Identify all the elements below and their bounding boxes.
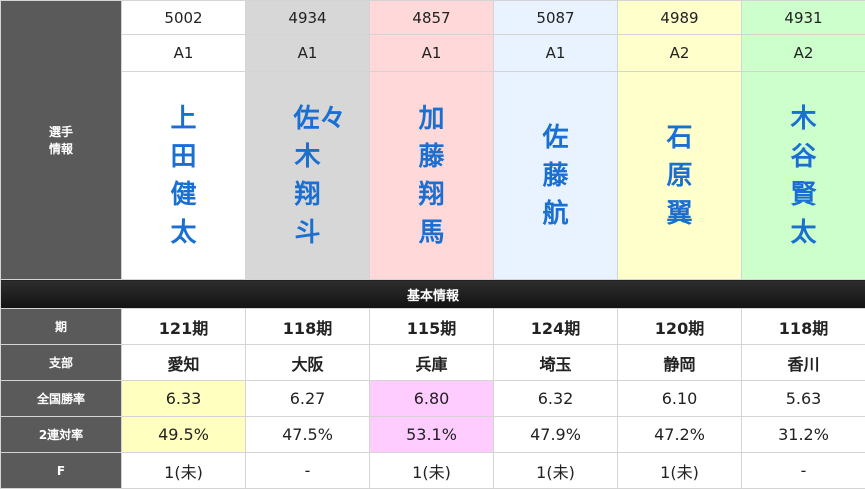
racer-quinella: 47.9%	[494, 417, 618, 453]
racer-class-row: A1 A1 A1 A1 A2 A2	[1, 35, 865, 72]
racer-name-link[interactable]: 石原翼	[666, 119, 694, 233]
quinella-label: 2連対率	[1, 417, 122, 453]
racer-quinella: 47.2%	[618, 417, 742, 453]
racer-period: 118期	[246, 309, 370, 345]
racer-name-cell: 木谷賢太	[742, 72, 865, 280]
racer-class: A1	[370, 35, 494, 72]
racer-period: 115期	[370, 309, 494, 345]
racer-number: 4931	[742, 1, 865, 35]
racer-quinella: 47.5%	[246, 417, 370, 453]
racer-name-cell: 佐藤航	[494, 72, 618, 280]
racer-name-cell: 加藤翔馬	[370, 72, 494, 280]
racer-name-link[interactable]: 木谷賢太	[790, 100, 818, 252]
racer-info-label: 選手 情報	[1, 1, 122, 280]
racer-quinella: 53.1%	[370, 417, 494, 453]
branch-label: 支部	[1, 345, 122, 381]
win-rate-label: 全国勝率	[1, 381, 122, 417]
racer-period: 120期	[618, 309, 742, 345]
racer-quinella: 49.5%	[122, 417, 246, 453]
branch-row: 支部 愛知 大阪 兵庫 埼玉 静岡 香川	[1, 345, 865, 381]
racer-branch: 静岡	[618, 345, 742, 381]
racer-period: 121期	[122, 309, 246, 345]
racer-name-cell: 上田健太	[122, 72, 246, 280]
racer-period: 118期	[742, 309, 865, 345]
racer-f: 1(未)	[370, 453, 494, 489]
racer-number-row: 選手 情報 5002 4934 4857 5087 4989 4931	[1, 1, 865, 35]
racer-f: 1(未)	[618, 453, 742, 489]
racer-branch: 大阪	[246, 345, 370, 381]
racer-number: 5087	[494, 1, 618, 35]
racer-number: 4989	[618, 1, 742, 35]
racer-name-row: 上田健太 佐々木翔斗 加藤翔馬 佐藤航 石原翼 木谷賢太	[1, 72, 865, 280]
racer-branch: 埼玉	[494, 345, 618, 381]
racer-f: -	[246, 453, 370, 489]
racer-class: A2	[618, 35, 742, 72]
period-label: 期	[1, 309, 122, 345]
quinella-row: 2連対率 49.5% 47.5% 53.1% 47.9% 47.2% 31.2%	[1, 417, 865, 453]
win-rate-row: 全国勝率 6.33 6.27 6.80 6.32 6.10 5.63	[1, 381, 865, 417]
racer-name-link[interactable]: 上田健太	[170, 100, 198, 252]
racer-win-rate: 5.63	[742, 381, 865, 417]
racer-branch: 香川	[742, 345, 865, 381]
basic-info-band: 基本情報	[1, 280, 865, 309]
racer-win-rate: 6.27	[246, 381, 370, 417]
racer-class: A1	[494, 35, 618, 72]
f-label: F	[1, 453, 122, 489]
racer-name-link[interactable]: 加藤翔馬	[418, 100, 446, 252]
racer-branch: 愛知	[122, 345, 246, 381]
racer-number: 5002	[122, 1, 246, 35]
racer-period: 124期	[494, 309, 618, 345]
racer-class: A1	[122, 35, 246, 72]
racer-class: A2	[742, 35, 865, 72]
racer-f: 1(未)	[494, 453, 618, 489]
racer-win-rate: 6.32	[494, 381, 618, 417]
racer-f: 1(未)	[122, 453, 246, 489]
racer-branch: 兵庫	[370, 345, 494, 381]
racer-win-rate: 6.33	[122, 381, 246, 417]
racer-table: 選手 情報 5002 4934 4857 5087 4989 4931 A1 A…	[0, 0, 865, 489]
racer-name-link[interactable]: 佐藤航	[542, 119, 570, 233]
racer-class: A1	[246, 35, 370, 72]
racer-number: 4857	[370, 1, 494, 35]
racer-quinella: 31.2%	[742, 417, 865, 453]
f-row: F 1(未) - 1(未) 1(未) 1(未) -	[1, 453, 865, 489]
racer-name-cell: 石原翼	[618, 72, 742, 280]
racer-name-cell: 佐々木翔斗	[246, 72, 370, 280]
racer-number: 4934	[246, 1, 370, 35]
racer-win-rate: 6.10	[618, 381, 742, 417]
period-row: 期 121期 118期 115期 124期 120期 118期	[1, 309, 865, 345]
racer-name-link[interactable]: 佐々木翔斗	[294, 100, 322, 252]
racer-f: -	[742, 453, 865, 489]
basic-info-header: 基本情報	[1, 280, 865, 309]
racer-win-rate: 6.80	[370, 381, 494, 417]
